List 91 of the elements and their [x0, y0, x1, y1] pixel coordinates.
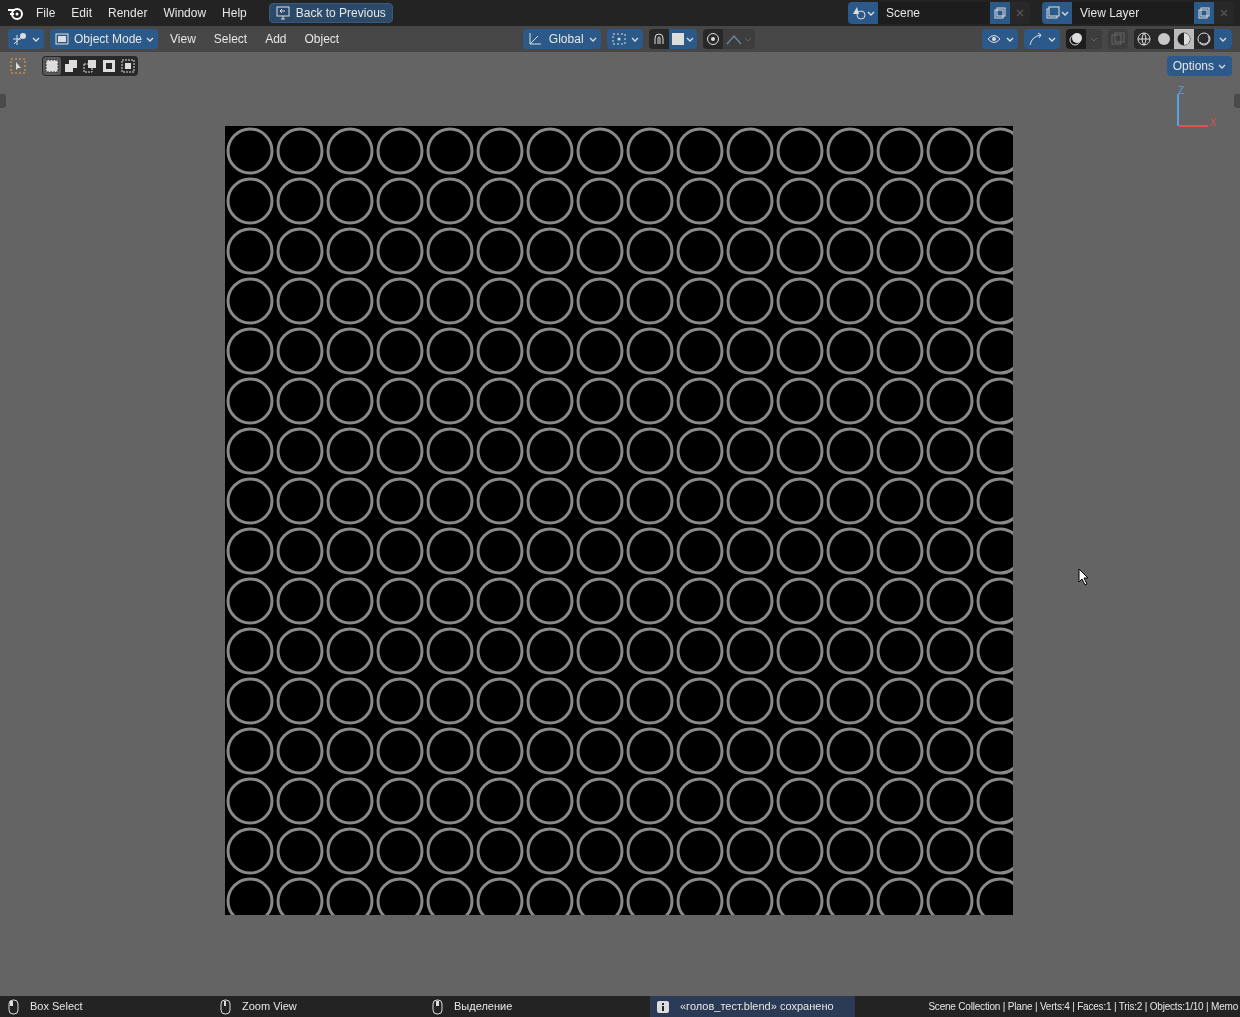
menu-item[interactable]: Render: [102, 2, 154, 24]
caret-icon: [631, 35, 640, 43]
arrow-icon: [1028, 32, 1044, 46]
selection-mode-button[interactable]: [119, 57, 137, 75]
grid-icon: [12, 32, 28, 46]
options-dropdown[interactable]: Options: [1166, 56, 1232, 76]
back-to-previous-button[interactable]: Back to Previous: [268, 3, 393, 23]
overlapping-circles-icon: [1069, 32, 1083, 46]
new-selection-icon: [45, 59, 59, 73]
mouse-cursor-icon: [1078, 568, 1090, 586]
copy-icon: [1198, 7, 1210, 19]
axes-icon: [527, 32, 544, 46]
curve-icon: [726, 33, 743, 45]
caret-icon: [1060, 9, 1069, 17]
caret-icon: [146, 35, 154, 43]
menu-item[interactable]: Help: [216, 2, 253, 24]
menu-item[interactable]: Window: [157, 2, 213, 24]
material-shading-button[interactable]: [1174, 29, 1194, 49]
ring-sphere-icon: [1197, 32, 1211, 46]
snap-toggle[interactable]: [649, 29, 670, 49]
status-hint: Выделение: [454, 999, 513, 1015]
view-layer-field[interactable]: View Layer: [1072, 2, 1194, 24]
status-hint: Box Select: [30, 999, 83, 1015]
visibility-dropdown[interactable]: [982, 29, 1018, 49]
overlays-toggle[interactable]: [1066, 29, 1086, 49]
magnet-icon: [652, 32, 667, 46]
wireframe-shading-button[interactable]: [1134, 29, 1154, 49]
scene-statistics: Scene Collection | Plane | Verts:4 | Faces:1 | Tris:2 | Objects:1/10 | Memo: [928, 1000, 1238, 1014]
status-hint: Zoom View: [242, 999, 297, 1015]
mode-dropdown[interactable]: Object Mode: [50, 29, 158, 49]
invert-selection-icon: [102, 59, 116, 73]
mouse-icon: [432, 998, 444, 1015]
image-stack-icon: [1045, 6, 1060, 20]
caret-icon: [1048, 35, 1056, 43]
copy-icon: [994, 7, 1006, 19]
caret-icon: [1090, 35, 1098, 43]
data-block-browse-button[interactable]: [848, 2, 878, 24]
menu-item[interactable]: Edit: [65, 2, 99, 24]
subtract-selection-icon: [83, 59, 97, 73]
menu-item[interactable]: View: [164, 29, 202, 49]
axis-label: X: [1210, 118, 1217, 128]
menu-item[interactable]: Add: [259, 29, 293, 49]
caret-icon: [1218, 62, 1226, 70]
duplicate-button[interactable]: [990, 2, 1010, 24]
extend-selection-icon: [64, 59, 78, 73]
squares-icon: [1111, 32, 1125, 46]
selection-mode-button[interactable]: [81, 57, 99, 75]
caret-icon: [686, 35, 695, 43]
orientation-dropdown[interactable]: Global: [523, 29, 602, 49]
caret-icon: [1006, 35, 1014, 43]
caret-icon: [1219, 35, 1227, 43]
menu-item[interactable]: Object: [298, 29, 346, 49]
scene-icon: [851, 6, 866, 20]
duplicate-button[interactable]: [1194, 2, 1214, 24]
mouse-icon: [8, 998, 20, 1015]
caret-icon: [589, 35, 598, 43]
snap-target-dropdown[interactable]: [669, 29, 698, 49]
caret-icon: [866, 9, 875, 17]
caret-icon: [744, 35, 753, 43]
close-icon: [1219, 8, 1229, 18]
selection-mode-button[interactable]: [62, 57, 80, 75]
rendered-shading-button[interactable]: [1194, 29, 1214, 49]
caret-icon: [32, 35, 40, 43]
menu-item[interactable]: Select: [207, 29, 254, 49]
circle-dot-icon: [706, 32, 721, 46]
xray-toggle[interactable]: [1108, 29, 1128, 49]
editor-type-button[interactable]: [8, 29, 44, 49]
axis-label: Z: [1178, 86, 1185, 96]
sphere-icon: [1157, 32, 1171, 46]
mouse-icon: [220, 998, 232, 1015]
eye-icon: [986, 32, 1002, 46]
selection-mode-button[interactable]: [100, 57, 118, 75]
proportional-edit-toggle[interactable]: [703, 29, 724, 49]
half-sphere-icon: [1177, 32, 1191, 46]
pivot-dropdown[interactable]: [607, 29, 644, 49]
pivot-icon: [611, 32, 628, 46]
intersect-selection-icon: [121, 59, 135, 73]
gizmo-dropdown[interactable]: [1024, 29, 1060, 49]
globe-icon: [1137, 32, 1151, 46]
scene-field[interactable]: Scene: [878, 2, 990, 24]
menu-item[interactable]: File: [30, 2, 62, 24]
data-block-browse-button[interactable]: [1042, 2, 1072, 24]
select-tool-button[interactable]: [8, 56, 28, 76]
selection-mode-button[interactable]: [43, 57, 61, 75]
cursor-icon: [10, 58, 26, 74]
square-icon: [54, 32, 70, 46]
monitor-icon: [275, 6, 290, 20]
close-icon: [1015, 8, 1025, 18]
info-icon: [656, 999, 670, 1014]
square-icon: [672, 33, 685, 45]
report-text: «голов_тест.blend» сохранено: [680, 999, 834, 1015]
